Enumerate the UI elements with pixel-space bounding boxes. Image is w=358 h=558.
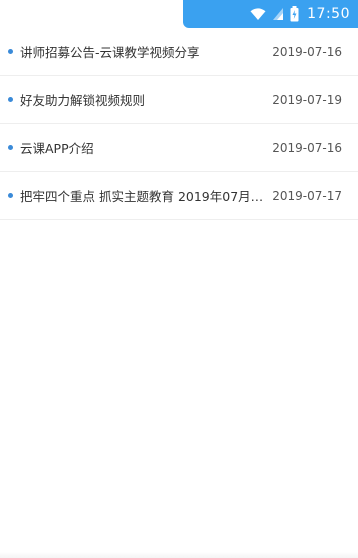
notice-title: 把牢四个重点 抓实主题教育 2019年07月17... [20, 189, 273, 204]
notice-date: 2019-07-19 [272, 92, 342, 107]
bullet-dot-icon [8, 193, 13, 198]
notice-item[interactable]: 云课APP介绍 2019-07-16 [0, 124, 358, 172]
signal-icon [272, 7, 284, 21]
notice-list: 讲师招募公告-云课教学视频分享 2019-07-16 好友助力解锁视频规则 20… [0, 28, 358, 220]
notice-date: 2019-07-16 [272, 140, 342, 155]
status-bar: 17:50 [183, 0, 358, 28]
notice-item[interactable]: 好友助力解锁视频规则 2019-07-19 [0, 76, 358, 124]
notice-date: 2019-07-16 [272, 44, 342, 59]
status-time: 17:50 [307, 6, 350, 22]
battery-icon [290, 6, 299, 22]
notice-item[interactable]: 把牢四个重点 抓实主题教育 2019年07月17... 2019-07-17 [0, 172, 358, 220]
bullet-dot-icon [8, 97, 13, 102]
wifi-icon [250, 7, 266, 21]
bullet-dot-icon [8, 49, 13, 54]
notice-screen: 17:50 讲师招募公告-云课教学视频分享 2019-07-16 好友助力解锁视… [0, 0, 358, 558]
notice-item[interactable]: 讲师招募公告-云课教学视频分享 2019-07-16 [0, 28, 358, 76]
notice-title: 云课APP介绍 [20, 141, 94, 156]
bullet-dot-icon [8, 145, 13, 150]
bottom-edge [0, 552, 358, 558]
notice-title: 讲师招募公告-云课教学视频分享 [20, 45, 200, 60]
notice-title: 好友助力解锁视频规则 [20, 93, 146, 108]
notice-date: 2019-07-17 [272, 188, 342, 203]
